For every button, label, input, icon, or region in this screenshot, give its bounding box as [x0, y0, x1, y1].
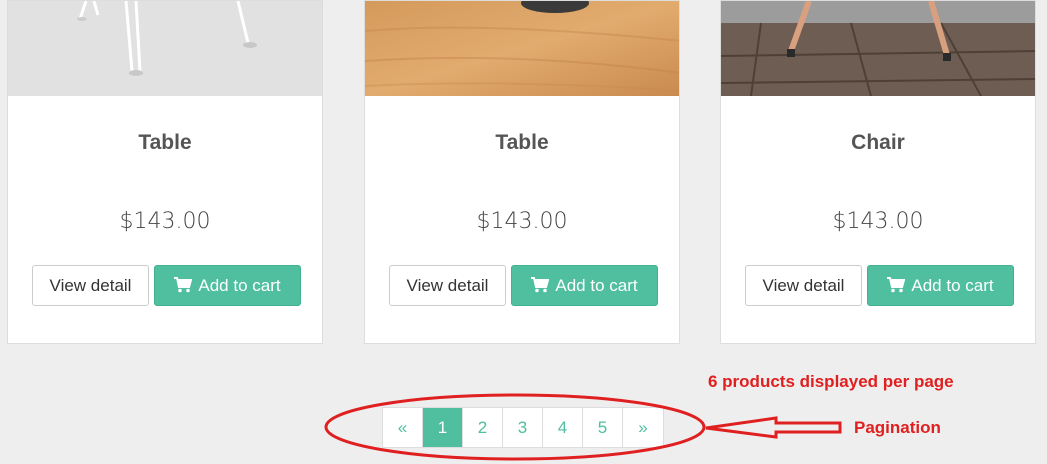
product-image[interactable]: [721, 1, 1035, 96]
product-title[interactable]: Table: [365, 131, 679, 155]
add-to-cart-label: Add to cart: [555, 276, 638, 295]
product-price: $143.00: [119, 209, 211, 234]
pagination-prev[interactable]: «: [383, 408, 423, 447]
cart-icon: [174, 277, 193, 293]
add-to-cart-button[interactable]: Add to cart: [511, 265, 658, 306]
annotation-arrow: [705, 416, 842, 439]
view-detail-button[interactable]: View detail: [389, 265, 506, 306]
pagination-next[interactable]: »: [623, 408, 663, 447]
page-link-2[interactable]: 2: [463, 408, 503, 447]
annotation-note: 6 products displayed per page: [708, 372, 954, 391]
cart-icon: [531, 277, 550, 293]
add-to-cart-button[interactable]: Add to cart: [154, 265, 301, 306]
view-detail-button[interactable]: View detail: [745, 265, 862, 306]
add-to-cart-label: Add to cart: [198, 276, 281, 295]
page-link-1[interactable]: 1: [423, 408, 463, 447]
add-to-cart-button[interactable]: Add to cart: [867, 265, 1014, 306]
view-detail-button[interactable]: View detail: [32, 265, 149, 306]
cart-icon: [887, 277, 906, 293]
product-image[interactable]: [8, 1, 322, 96]
pagination: « 1 2 3 4 5 »: [382, 407, 664, 448]
page-link-5[interactable]: 5: [583, 408, 623, 447]
product-title[interactable]: Table: [8, 131, 322, 155]
product-title[interactable]: Chair: [721, 131, 1035, 155]
product-image[interactable]: [365, 1, 679, 96]
page-link-4[interactable]: 4: [543, 408, 583, 447]
product-price: $143.00: [476, 209, 568, 234]
add-to-cart-label: Add to cart: [911, 276, 994, 295]
product-price: $143.00: [832, 209, 924, 234]
page-link-3[interactable]: 3: [503, 408, 543, 447]
product-card: Table $143.00 View detail Add to cart: [7, 0, 323, 344]
annotation-pagination-label: Pagination: [854, 418, 941, 437]
product-card: Table $143.00 View detail Add to cart: [364, 0, 680, 344]
product-card: Chair $143.00 View detail Add to cart: [720, 0, 1036, 344]
